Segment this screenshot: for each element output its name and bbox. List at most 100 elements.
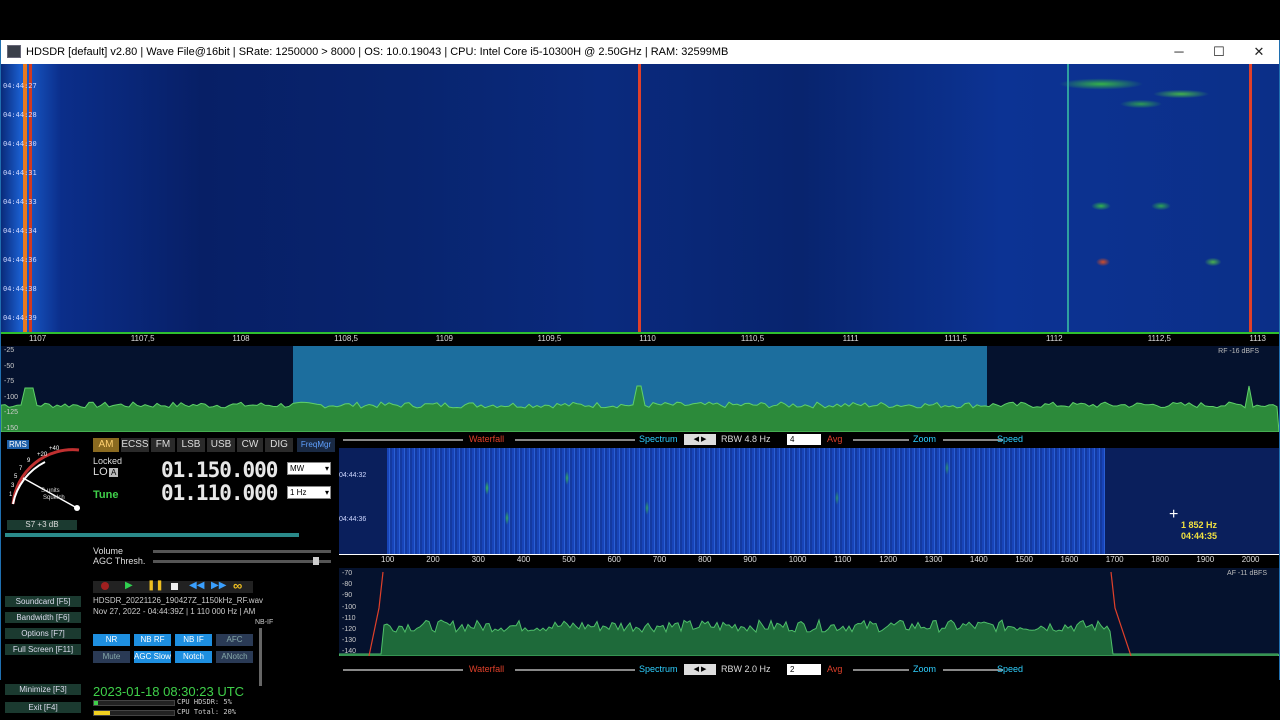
waterfall-brightness-slider[interactable] — [343, 439, 463, 441]
tune-frequency-display[interactable]: 01.110.000 — [161, 481, 278, 505]
af-waterfall-slider[interactable] — [343, 669, 463, 671]
af-avg-select[interactable]: 2 — [787, 664, 821, 675]
af-rbw-stepper[interactable]: ◀ ▶ — [684, 664, 716, 675]
af-scale-tick: 1400 — [969, 555, 988, 564]
speed-label: Speed — [997, 434, 1024, 444]
af-scale-tick: 100 — [381, 555, 395, 564]
agc-slow-button[interactable]: AGC Slow — [134, 651, 171, 663]
af-rbw-label: RBW 2.0 Hz — [721, 664, 771, 674]
af-scale-tick: 2000 — [1241, 555, 1260, 564]
stop-icon[interactable] — [171, 583, 178, 590]
rf-scale-tick: 1111 — [842, 334, 859, 343]
af-spectrum-slider[interactable] — [515, 669, 635, 671]
rf-frequency-scale[interactable]: 1107 1107,5 1108 1108,5 1109 1109,5 1110 1110,5… — [1, 332, 1279, 346]
audio-panel: Waterfall Spectrum ◀ ▶ RBW 4.8 Hz 4 Avg … — [339, 432, 1279, 680]
afc-button[interactable]: AFC — [216, 634, 253, 646]
audio-waterfall[interactable]: 04:44:32 04:44:36 + 1 852 Hz 04:44:35 — [339, 448, 1279, 554]
waterfall-time-label: 04:44:31 — [3, 169, 37, 177]
exit-button[interactable]: Exit [F4] — [5, 702, 81, 713]
avg-select-value: 4 — [790, 435, 795, 444]
signal-level-bar — [5, 533, 299, 537]
af-scale-tick: 1000 — [788, 555, 807, 564]
window-maximize-button[interactable]: ☐ — [1199, 40, 1239, 64]
agc-thresh-slider[interactable] — [153, 560, 331, 563]
minimize-button[interactable]: Minimize [F3] — [5, 684, 81, 695]
mode-cw-button[interactable]: CW — [237, 438, 263, 452]
record-icon[interactable] — [101, 582, 109, 590]
nb-rf-button[interactable]: NB RF — [134, 634, 171, 646]
mode-dig-button[interactable]: DIG — [265, 438, 293, 452]
soundcard-button[interactable]: Soundcard [F5] — [5, 596, 81, 607]
mode-am-button[interactable]: AM — [93, 438, 119, 452]
pause-icon[interactable]: ❚❚ — [147, 580, 164, 591]
af-speed-slider[interactable] — [943, 669, 1003, 671]
nb-if-label: NB-IF — [255, 619, 274, 626]
band-select[interactable]: MW ▾ — [287, 462, 331, 475]
options-button[interactable]: Options [F7] — [5, 628, 81, 639]
window-close-button[interactable]: ✕ — [1239, 40, 1279, 64]
title-bar[interactable]: HDSDR [default] v2.80 | Wave File@16bit … — [1, 40, 1279, 64]
af-scale-tick: 1900 — [1196, 555, 1215, 564]
full-screen-button[interactable]: Full Screen [F11] — [5, 644, 81, 655]
speed-slider[interactable] — [943, 439, 1003, 441]
af-zoom-label: Zoom — [913, 664, 937, 674]
freq-manager-button[interactable]: FreqMgr — [297, 438, 335, 452]
rf-db-label: -100 — [4, 393, 19, 401]
af-zoom-slider[interactable] — [853, 669, 909, 671]
rf-scale-tick: 1113 — [1249, 334, 1266, 343]
rf-waterfall[interactable]: 04:44:27 04:44:28 04:44:30 04:44:31 04:44:33… — [1, 64, 1279, 332]
lo-frequency-display[interactable]: 01.150.000 — [161, 458, 278, 482]
mode-ecss-button[interactable]: ECSS — [121, 438, 149, 452]
waterfall-label: Waterfall — [469, 434, 505, 444]
avg-select[interactable]: 4 — [787, 434, 821, 445]
mode-usb-button[interactable]: USB — [207, 438, 235, 452]
af-scale-tick: 1700 — [1105, 555, 1124, 564]
mode-lsb-button[interactable]: LSB — [177, 438, 205, 452]
af-scale-tick: 900 — [743, 555, 757, 564]
nb-if-button[interactable]: NB IF — [175, 634, 212, 646]
hdsdr-window: HDSDR [default] v2.80 | Wave File@16bit … — [0, 40, 1280, 716]
window-minimize-button[interactable]: ─ — [1159, 40, 1199, 64]
af-spectrum[interactable]: -70 -80 -90 -100 -110 -120 -130 -140 AF -11 dBF… — [339, 568, 1279, 656]
cpu-hdsdr-label: CPU HDSDR: 5% — [177, 698, 232, 706]
nr-button[interactable]: NR — [93, 634, 130, 646]
spectrum-level-slider[interactable] — [515, 439, 635, 441]
audio-waterfall-time: 04:44:36 — [339, 516, 367, 523]
squelch-label: Squelch — [43, 495, 65, 501]
notch-button[interactable]: Notch — [175, 651, 212, 663]
window-title: HDSDR [default] v2.80 | Wave File@16bit … — [26, 46, 729, 58]
rf-db-label: -25 — [4, 347, 15, 354]
lo-label: LO — [93, 466, 108, 478]
zoom-slider[interactable] — [853, 439, 909, 441]
loop-icon[interactable]: ∞ — [233, 578, 242, 593]
s-meter-scale-label: 5 — [14, 474, 18, 480]
af-scale-tick: 1500 — [1015, 555, 1033, 564]
volume-slider[interactable] — [153, 550, 331, 553]
rf-scale-tick: 1112,5 — [1147, 334, 1171, 343]
fast-forward-icon[interactable]: ▶▶ — [211, 580, 226, 591]
bandwidth-button[interactable]: Bandwidth [F6] — [5, 612, 81, 623]
zoom-label: Zoom — [913, 434, 937, 444]
rewind-icon[interactable]: ◀◀ — [189, 580, 204, 591]
anotch-button[interactable]: ANotch — [216, 651, 253, 663]
mute-button[interactable]: Mute — [93, 651, 130, 663]
af-spectrum-trace — [339, 571, 1279, 656]
af-frequency-scale[interactable]: 100 200 300 400 500 600 700 800 900 1000 1100 1200 1… — [339, 554, 1279, 568]
mode-fm-button[interactable]: FM — [151, 438, 175, 452]
lo-a-button[interactable]: A — [109, 468, 119, 477]
rf-spectrum[interactable]: -25 -50 -75 -100 -125 -150 RF -16 dBFS — [1, 346, 1279, 432]
nb-if-slider[interactable] — [259, 628, 262, 686]
af-db-label: -130 — [342, 637, 357, 645]
tune-step-select[interactable]: 1 Hz ▾ — [287, 486, 331, 499]
rbw-stepper[interactable]: ◀ ▶ — [684, 434, 716, 445]
af-db-label: -110 — [342, 614, 356, 622]
af-scale-tick: 1300 — [924, 555, 943, 564]
waterfall-time-label: 04:44:33 — [3, 198, 37, 206]
waterfall-carrier-line — [1249, 64, 1252, 332]
waterfall-control-bar[interactable]: Waterfall Spectrum ◀ ▶ RBW 4.8 Hz 4 Avg … — [339, 434, 1279, 446]
spectrum-control-bar[interactable]: Waterfall Spectrum ◀ ▶ RBW 2.0 Hz 2 Avg … — [339, 664, 1279, 676]
volume-label: Volume — [93, 546, 124, 556]
play-icon[interactable]: ▶ — [125, 580, 133, 591]
agc-thresh-slider-handle[interactable] — [313, 557, 319, 565]
rf-db-label: -150 — [4, 424, 19, 432]
